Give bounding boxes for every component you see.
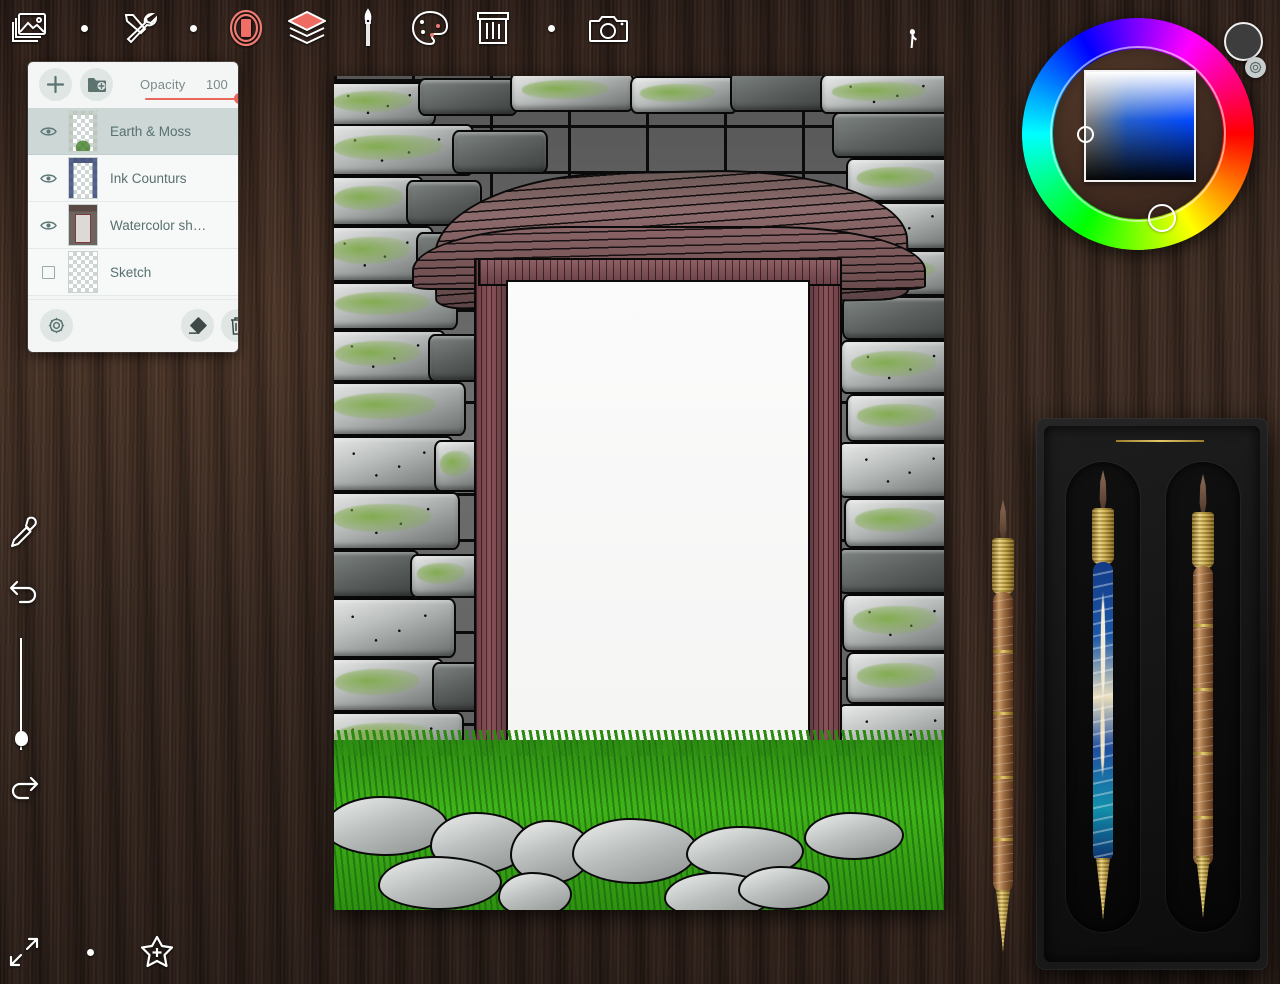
layer-row[interactable]: Sketch: [28, 249, 238, 296]
layer-thumbnail: [68, 251, 98, 293]
brush-cone: [1096, 858, 1110, 920]
layers-panel-footer: [28, 299, 238, 352]
brush-case[interactable]: [1036, 418, 1268, 970]
tools-icon[interactable]: [110, 0, 170, 56]
layer-visibility-toggle[interactable]: [28, 265, 68, 279]
layer-thumbnail: [68, 157, 98, 199]
artwork-stone-doorway: [334, 76, 944, 910]
layer-name: Sketch: [110, 264, 152, 280]
brush-cone: [1196, 856, 1210, 918]
redo-button[interactable]: [8, 774, 40, 804]
add-layer-button[interactable]: [39, 68, 72, 101]
layer-hidden-box: [41, 265, 55, 279]
brush-ferrule: [1092, 508, 1114, 564]
layer-row[interactable]: Earth & Moss: [28, 108, 238, 155]
wood-brush-left[interactable]: [990, 500, 1016, 970]
brush-case-inner: [1044, 426, 1260, 962]
saturation-value-square[interactable]: [1084, 70, 1196, 182]
opacity-value: 100: [206, 77, 228, 92]
layer-row[interactable]: Ink Counturs: [28, 155, 238, 202]
current-color-swatch[interactable]: [1224, 22, 1263, 61]
favorite-star-icon[interactable]: [136, 932, 178, 972]
undo-button[interactable]: [8, 578, 40, 608]
wood-brush-right[interactable]: [1190, 474, 1216, 918]
layer-visibility-toggle[interactable]: [28, 126, 68, 137]
dot-separator: [58, 0, 110, 56]
ocean-brush-center[interactable]: [1090, 470, 1116, 922]
layer-list: Earth & Moss Ink Counturs Watercolor sh…: [28, 108, 238, 296]
brush-size-slider[interactable]: [14, 638, 28, 750]
brush-cursor-icon: [905, 28, 923, 50]
dot-separator: [170, 0, 216, 56]
camera-icon[interactable]: [578, 0, 640, 56]
brush-ferrule: [992, 538, 1014, 594]
delete-layer-trash-icon[interactable]: [221, 309, 238, 342]
layer-name: Ink Counturs: [110, 170, 187, 186]
brush-body: [1193, 566, 1213, 866]
canvas[interactable]: [334, 76, 944, 910]
brush-case-gold-line: [1116, 440, 1204, 442]
opacity-label: Opacity: [140, 77, 186, 92]
hue-cursor[interactable]: [1148, 204, 1176, 232]
palette-icon[interactable]: [398, 0, 462, 56]
layer-thumbnail: [68, 110, 98, 152]
brush-stand-icon[interactable]: [462, 0, 524, 56]
brush-cone: [996, 890, 1010, 952]
layer-visibility-toggle[interactable]: [28, 173, 68, 184]
brush-tip: [999, 500, 1007, 542]
door-opening: [506, 280, 810, 790]
layer-thumbnail: [68, 204, 98, 246]
opacity-slider-track[interactable]: [145, 98, 238, 100]
layers-panel-header: Opacity 100: [28, 62, 238, 106]
brush-icon[interactable]: [338, 0, 398, 56]
layer-settings-gear-icon[interactable]: [40, 309, 73, 342]
fullscreen-icon[interactable]: [6, 934, 42, 970]
gallery-icon[interactable]: [0, 0, 58, 56]
dot-separator: [80, 934, 100, 970]
layer-name: Watercolor sh…: [110, 217, 207, 233]
brush-tip: [1199, 474, 1207, 516]
color-settings-gear-icon[interactable]: [1245, 57, 1266, 78]
opacity-slider-knob[interactable]: [234, 93, 238, 104]
color-wheel[interactable]: [1022, 18, 1254, 250]
layer-visibility-toggle[interactable]: [28, 220, 68, 231]
clear-layer-eraser-icon[interactable]: [181, 309, 214, 342]
add-group-button[interactable]: [80, 68, 113, 101]
layer-row[interactable]: Watercolor sh…: [28, 202, 238, 249]
saturation-value-cursor[interactable]: [1077, 126, 1094, 143]
brush-tip: [1099, 470, 1107, 512]
brush-size-knob[interactable]: [15, 731, 28, 746]
layers-icon[interactable]: [276, 0, 338, 56]
layer-name: Earth & Moss: [110, 123, 192, 139]
brush-body: [1093, 562, 1113, 862]
bottom-rail: [0, 930, 400, 984]
canvas-icon[interactable]: [216, 0, 276, 56]
brush-body: [993, 592, 1013, 892]
eyedropper-tool[interactable]: [8, 516, 38, 548]
layers-panel: Opacity 100 Earth & Moss Ink Counturs Wa…: [28, 62, 238, 352]
dot-separator: [524, 0, 578, 56]
brush-ferrule: [1192, 512, 1214, 568]
